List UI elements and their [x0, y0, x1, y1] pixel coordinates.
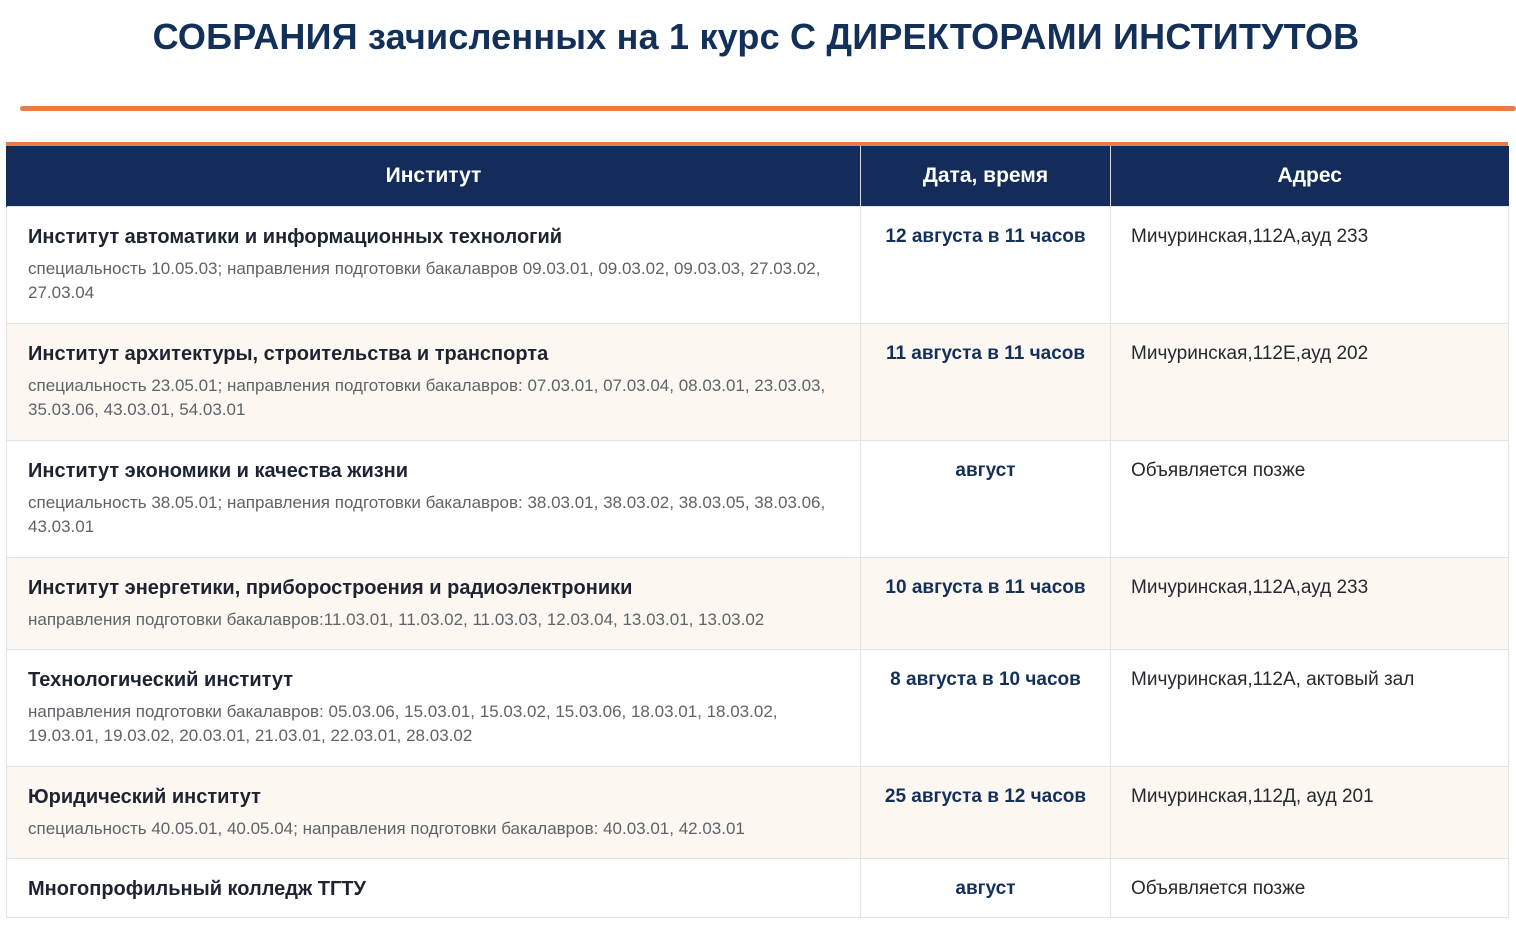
table-row: Институт автоматики и информационных тех… — [6, 206, 1509, 324]
institute-cell: Технологический институт направления под… — [6, 649, 861, 767]
table-row: Технологический институт направления под… — [6, 649, 1509, 767]
programs-description: специальность 23.05.01; направления подг… — [28, 376, 826, 419]
programs-description: специальность 40.05.01, 40.05.04; направ… — [28, 819, 745, 838]
meeting-address: Мичуринская,112А,ауд 233 — [1110, 206, 1509, 324]
meeting-address: Мичуринская,112А,ауд 233 — [1110, 557, 1509, 650]
page-title: СОБРАНИЯ зачисленных на 1 курс С ДИРЕКТО… — [152, 16, 1360, 57]
programs-description: специальность 38.05.01; направления подг… — [28, 493, 826, 536]
meeting-address: Объявляется позже — [1110, 440, 1509, 558]
institute-name: Технологический институт — [28, 669, 294, 691]
meeting-address: Мичуринская,112Д, ауд 201 — [1110, 766, 1509, 859]
meetings-table-container: Институт Дата, время Адрес Институт авто… — [6, 142, 1509, 918]
programs-description: направления подготовки бакалавров:11.03.… — [28, 610, 765, 629]
meeting-address: Мичуринская,112Е,ауд 202 — [1110, 323, 1509, 441]
column-header-datetime: Дата, время — [860, 146, 1111, 207]
column-header-address: Адрес — [1110, 146, 1509, 207]
institute-name: Многопрофильный колледж ТГТУ — [28, 878, 366, 900]
column-header-institute: Институт — [6, 146, 861, 207]
table-row: Институт экономики и качества жизни спец… — [6, 440, 1509, 558]
institute-name: Юридический институт — [28, 786, 261, 808]
institute-name: Институт архитектуры, строительства и тр… — [28, 343, 549, 365]
institute-cell: Институт энергетики, приборостроения и р… — [6, 557, 861, 650]
institute-cell: Институт автоматики и информационных тех… — [6, 206, 861, 324]
meetings-table: Институт Дата, время Адрес Институт авто… — [6, 146, 1509, 918]
institute-cell: Юридический институт специальность 40.05… — [6, 766, 861, 859]
institute-cell: Институт архитектуры, строительства и тр… — [6, 323, 861, 441]
table-row: Институт архитектуры, строительства и тр… — [6, 323, 1509, 441]
title-divider — [20, 106, 1516, 111]
institute-name: Институт экономики и качества жизни — [28, 460, 409, 482]
table-row: Институт энергетики, приборостроения и р… — [6, 557, 1509, 650]
meeting-datetime: 25 августа в 12 часов — [860, 766, 1111, 859]
programs-description: специальность 10.05.03; направления подг… — [28, 259, 821, 302]
institute-name: Институт энергетики, приборостроения и р… — [28, 577, 633, 599]
institute-name: Институт автоматики и информационных тех… — [28, 226, 563, 248]
meeting-datetime: 10 августа в 11 часов — [860, 557, 1111, 650]
institute-cell: Многопрофильный колледж ТГТУ — [6, 858, 861, 918]
meeting-address: Мичуринская,112А, актовый зал — [1110, 649, 1509, 767]
table-row: Многопрофильный колледж ТГТУ август Объя… — [6, 858, 1509, 918]
meeting-datetime: август — [860, 858, 1111, 918]
programs-description: направления подготовки бакалавров: 05.03… — [28, 702, 778, 745]
table-row: Юридический институт специальность 40.05… — [6, 766, 1509, 859]
meeting-address: Объявляется позже — [1110, 858, 1509, 918]
institute-cell: Институт экономики и качества жизни спец… — [6, 440, 861, 558]
meeting-datetime: 11 августа в 11 часов — [860, 323, 1111, 441]
meeting-datetime: август — [860, 440, 1111, 558]
meeting-datetime: 12 августа в 11 часов — [860, 206, 1111, 324]
meeting-datetime: 8 августа в 10 часов — [860, 649, 1111, 767]
table-header-row: Институт Дата, время Адрес — [6, 146, 1509, 207]
